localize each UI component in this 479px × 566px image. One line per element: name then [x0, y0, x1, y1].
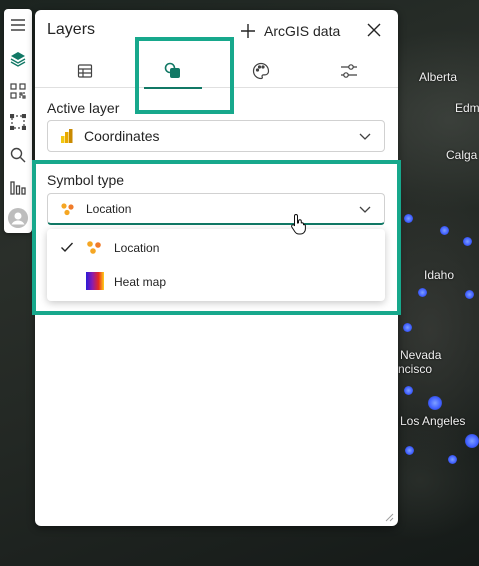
- resize-handle-icon[interactable]: [384, 512, 394, 522]
- add-arcgis-data-label: ArcGIS data: [264, 23, 341, 39]
- map-point[interactable]: [405, 446, 414, 455]
- map-point[interactable]: [404, 386, 413, 395]
- layers-panel: Layers ArcGIS data Active layer Coordina…: [35, 10, 398, 526]
- table-icon: [77, 64, 93, 78]
- map-label-idaho: Idaho: [424, 268, 455, 282]
- option-label: Heat map: [114, 275, 167, 289]
- chart-icon[interactable]: [8, 177, 28, 197]
- map-point[interactable]: [465, 290, 474, 299]
- chevron-down-icon: [359, 133, 371, 140]
- map-point[interactable]: [448, 455, 457, 464]
- panel-title: Layers: [47, 21, 96, 38]
- map-label-san-francisco: ncisco: [398, 362, 433, 376]
- add-arcgis-data-button[interactable]: ArcGIS data: [240, 20, 340, 42]
- active-layer-label: Active layer: [47, 100, 120, 116]
- hamburger-icon[interactable]: [8, 15, 28, 35]
- chevron-down-icon: [359, 206, 371, 213]
- dropdown-option-heat-map[interactable]: Heat map: [47, 265, 385, 297]
- dropdown-option-location[interactable]: Location: [47, 231, 385, 263]
- search-icon[interactable]: [8, 145, 28, 165]
- map-label-los-angeles: Los Angeles: [400, 414, 466, 428]
- plus-icon: [241, 24, 255, 38]
- map-label-edmonton: Edm: [455, 101, 479, 115]
- active-layer-value: Coordinates: [84, 128, 160, 144]
- select-area-icon[interactable]: [8, 112, 28, 132]
- active-layer-select[interactable]: Coordinates: [47, 120, 385, 152]
- location-dots-icon: [87, 241, 101, 254]
- close-icon[interactable]: [365, 21, 383, 39]
- palette-icon: [252, 62, 270, 80]
- qr-code-icon[interactable]: [8, 81, 28, 101]
- symbol-type-select[interactable]: Location: [47, 193, 385, 225]
- map-point[interactable]: [404, 214, 413, 223]
- tab-settings[interactable]: [305, 54, 393, 88]
- tab-table[interactable]: [41, 54, 129, 88]
- settings-sliders-icon: [341, 64, 357, 78]
- symbol-type-label: Symbol type: [47, 172, 125, 188]
- power-bi-icon: [61, 129, 73, 143]
- symbol-type-value: Location: [86, 201, 132, 216]
- map-point[interactable]: [428, 396, 442, 410]
- map-point[interactable]: [440, 226, 449, 235]
- tab-format[interactable]: [217, 54, 305, 88]
- heat-map-icon: [86, 272, 104, 290]
- map-point[interactable]: [418, 288, 427, 297]
- avatar-icon[interactable]: [8, 208, 28, 228]
- map-point[interactable]: [463, 237, 472, 246]
- layers-icon[interactable]: [8, 49, 28, 69]
- symbology-icon: [164, 62, 180, 78]
- map-point[interactable]: [403, 323, 412, 332]
- map-label-alberta: Alberta: [419, 70, 458, 84]
- tab-symbology[interactable]: [129, 54, 217, 89]
- option-label: Location: [114, 241, 160, 255]
- location-dots-icon: [61, 202, 74, 215]
- symbol-type-dropdown: Location Heat map: [47, 229, 385, 301]
- left-toolbar: [4, 9, 32, 233]
- map-label-nevada: Nevada: [400, 348, 442, 362]
- panel-tabs: [35, 54, 398, 89]
- map-point[interactable]: [465, 434, 479, 448]
- map-label-calgary: Calga: [446, 148, 478, 162]
- panel-header: Layers ArcGIS data: [35, 10, 398, 52]
- checkmark-icon: [61, 242, 74, 253]
- hand-cursor-icon: [291, 213, 306, 235]
